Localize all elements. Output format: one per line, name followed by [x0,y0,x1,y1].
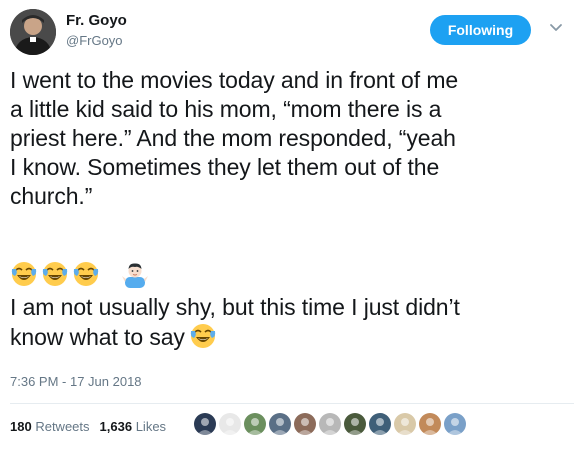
liker-avatar-icon[interactable] [419,413,441,435]
liker-avatar-icon[interactable] [244,413,266,435]
likes-stat[interactable]: 1,636 Likes [100,419,167,434]
liker-avatar-icon[interactable] [369,413,391,435]
author-name[interactable]: Fr. Goyo [66,12,127,29]
likes-count: 1,636 [99,419,133,434]
following-button[interactable]: Following [430,15,531,45]
liker-avatar-icon[interactable] [294,413,316,435]
retweets-label: Retweets [35,419,90,434]
tweet-text-line2: I am not usually shy, but this time I ju… [10,294,460,350]
retweets-count: 180 [10,419,32,434]
tweet-card: Fr. Goyo @FrGoyo Following I went to the… [0,0,584,452]
liker-avatar-icon[interactable] [194,413,216,435]
emoji-row [10,259,152,289]
retweets-stat[interactable]: 180 Retweets [10,419,90,434]
liker-avatar-icon[interactable] [444,413,466,435]
author-handle[interactable]: @FrGoyo [66,33,123,48]
face-with-tears-of-joy-icon [190,324,216,348]
face-with-tears-of-joy-icon [11,262,37,286]
liker-avatar-icon[interactable] [269,413,291,435]
divider [10,403,574,404]
liker-avatar-icon[interactable] [319,413,341,435]
liker-avatar-icon[interactable] [219,413,241,435]
face-with-tears-of-joy-icon [42,262,68,286]
liker-avatar-icon[interactable] [344,413,366,435]
author-avatar[interactable] [10,9,56,55]
tweet-stats: 180 Retweets 1,636 Likes [10,419,166,434]
tweet-text: I went to the movies today and in front … [10,67,459,209]
chevron-down-icon[interactable] [549,23,563,33]
likes-label: Likes [135,419,167,434]
tweet-text-continued: I am not usually shy, but this time I ju… [10,293,574,352]
likers-avatars [194,413,469,435]
liker-avatar-icon[interactable] [394,413,416,435]
man-shrugging-icon [122,263,148,288]
tweet-timestamp[interactable]: 7:36 PM - 17 Jun 2018 [10,374,142,389]
face-with-tears-of-joy-icon [73,262,99,286]
